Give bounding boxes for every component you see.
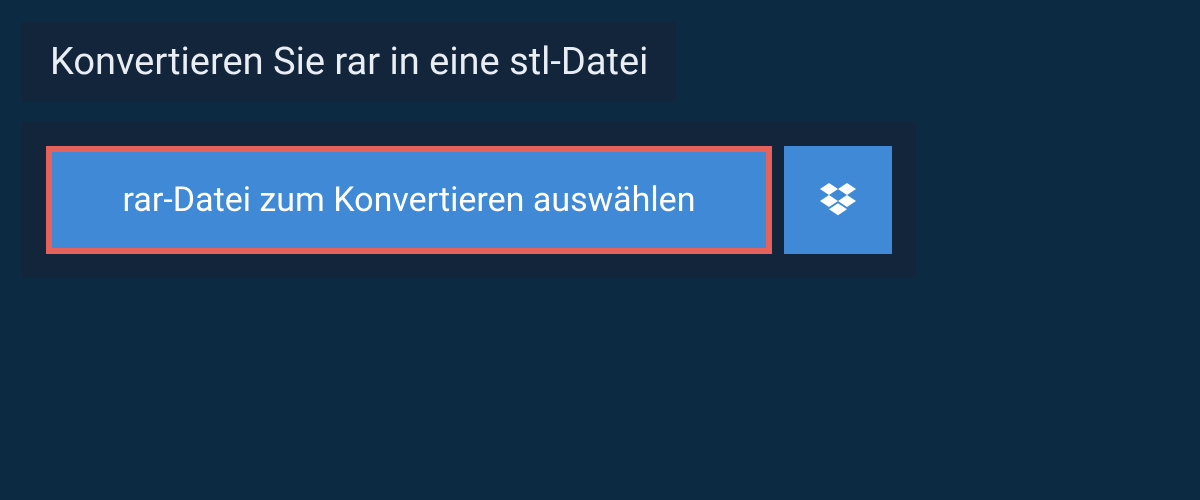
dropbox-button[interactable] [784,146,892,254]
select-file-button[interactable]: rar-Datei zum Konvertieren auswählen [46,146,772,254]
dropbox-icon [820,180,856,220]
page-header: Konvertieren Sie rar in eine stl-Datei [22,22,676,102]
file-action-panel: rar-Datei zum Konvertieren auswählen [22,122,916,278]
page-title: Konvertieren Sie rar in eine stl-Datei [50,40,648,84]
select-file-label: rar-Datei zum Konvertieren auswählen [123,180,696,220]
